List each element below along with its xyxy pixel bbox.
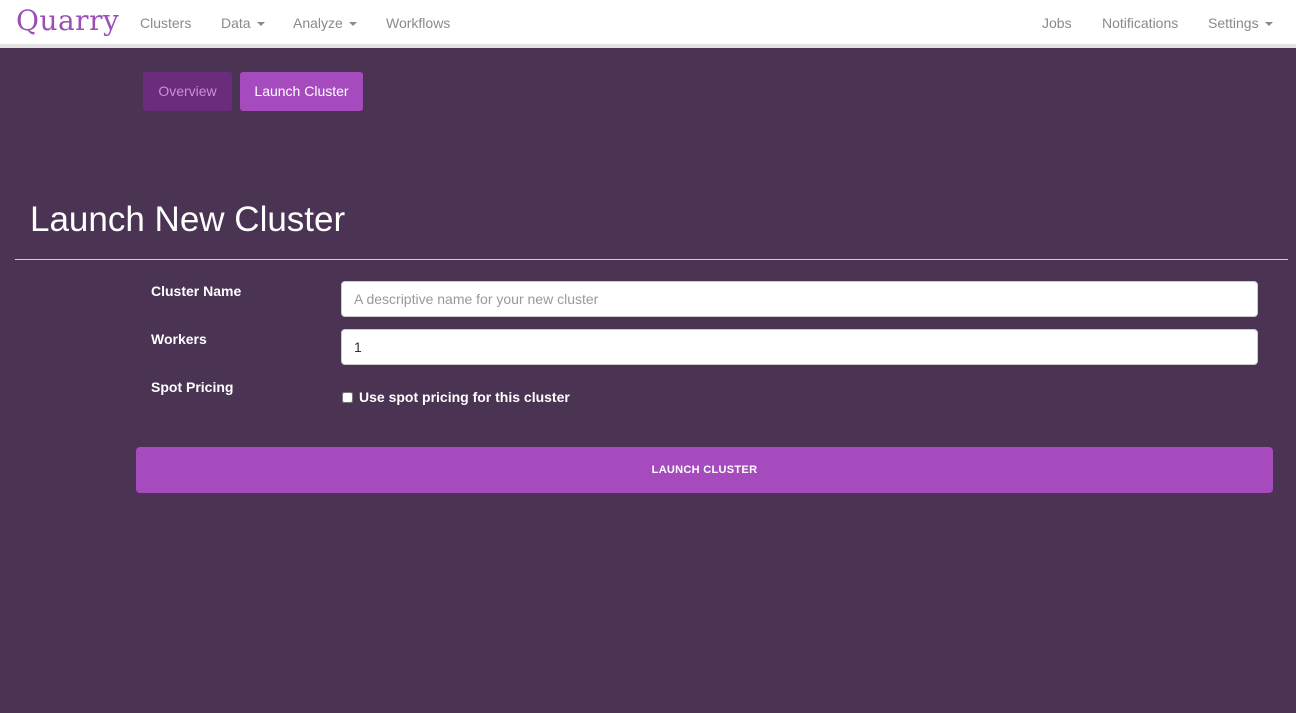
spot-pricing-label: Spot Pricing — [151, 379, 234, 395]
cluster-name-input[interactable] — [341, 281, 1258, 317]
nav-workflows[interactable]: Workflows — [386, 15, 450, 31]
caret-down-icon — [1264, 22, 1273, 27]
nav-notifications[interactable]: Notifications — [1102, 15, 1178, 31]
cluster-name-label: Cluster Name — [151, 283, 242, 299]
nav-analyze-dropdown[interactable]: Analyze — [293, 15, 357, 31]
caret-down-icon — [348, 22, 357, 27]
nav-workflows-label: Workflows — [386, 15, 451, 31]
nav-analyze-label: Analyze — [293, 15, 343, 31]
nav-clusters[interactable]: Clusters — [140, 15, 191, 31]
nav-notifications-label: Notifications — [1102, 15, 1179, 31]
nav-jobs-label: Jobs — [1042, 15, 1072, 31]
workers-input[interactable] — [341, 329, 1258, 365]
nav-settings-dropdown[interactable]: Settings — [1208, 15, 1273, 31]
caret-down-icon — [256, 22, 265, 27]
tab-overview[interactable]: Overview — [143, 72, 232, 111]
nav-data-dropdown[interactable]: Data — [221, 15, 265, 31]
spot-pricing-checkbox[interactable] — [342, 392, 353, 403]
nav-jobs[interactable]: Jobs — [1042, 15, 1072, 31]
nav-clusters-label: Clusters — [140, 15, 192, 31]
spot-pricing-checkbox-label: Use spot pricing for this cluster — [359, 389, 570, 405]
nav-data-label: Data — [221, 15, 251, 31]
page-title: Launch New Cluster — [30, 200, 346, 239]
nav-settings-label: Settings — [1208, 15, 1259, 31]
launch-cluster-button[interactable]: LAUNCH CLUSTER — [136, 447, 1273, 493]
spot-pricing-option[interactable]: Use spot pricing for this cluster — [342, 389, 570, 405]
top-navbar: Quarry Clusters Data Analyze Workflows J… — [0, 0, 1296, 48]
brand-logo[interactable]: Quarry — [16, 4, 119, 37]
tab-launch-cluster[interactable]: Launch Cluster — [240, 72, 363, 111]
workers-label: Workers — [151, 331, 207, 347]
title-divider — [15, 259, 1288, 260]
